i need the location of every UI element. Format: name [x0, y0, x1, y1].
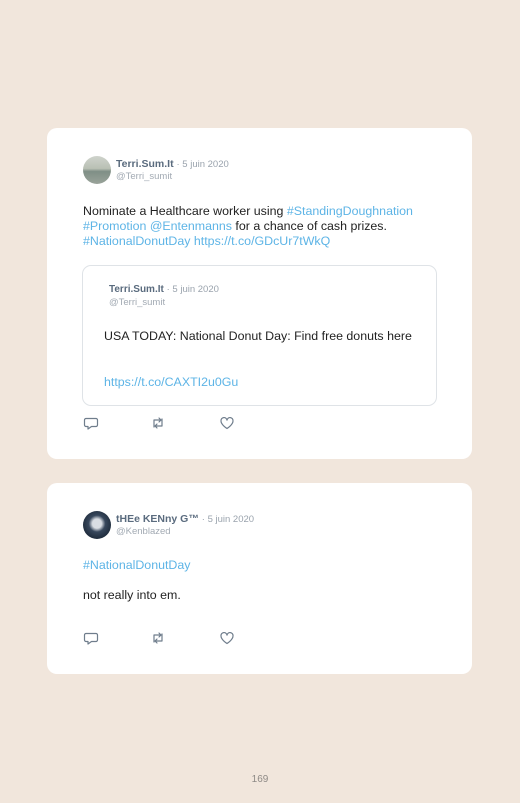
retweet-icon[interactable]: [150, 415, 166, 431]
quoted-tweet-text: USA TODAY: National Donut Day: Find free…: [104, 329, 412, 343]
tweet-card: Terri.Sum.It · 5 juin 2020 @Terri_sumit …: [47, 128, 472, 459]
like-icon[interactable]: [219, 630, 235, 646]
quoted-author-handle[interactable]: @Terri_sumit: [109, 297, 165, 308]
tweet-link[interactable]: #NationalDonutDay: [83, 234, 190, 248]
tweet-link[interactable]: #StandingDoughnation: [287, 204, 413, 218]
like-icon[interactable]: [219, 415, 235, 431]
avatar[interactable]: [83, 511, 111, 539]
tweet-header: tHEe KENny G™ · 5 juin 2020: [116, 513, 254, 525]
tweet-card: tHEe KENny G™ · 5 juin 2020 @Kenblazed #…: [47, 483, 472, 674]
quoted-tweet-link[interactable]: https://t.co/CAXTI2u0Gu: [104, 375, 238, 389]
author-handle[interactable]: @Terri_sumit: [116, 171, 172, 182]
tweet-date: · 5 juin 2020: [201, 514, 255, 525]
tweet-link[interactable]: @Entenmanns: [150, 219, 232, 233]
hashtag-link[interactable]: #NationalDonutDay: [83, 558, 190, 572]
tweet-text-segment: Nominate a Healthcare worker using: [83, 204, 287, 218]
reply-icon[interactable]: [83, 415, 99, 431]
quoted-author-name[interactable]: Terri.Sum.It: [109, 284, 164, 295]
author-handle[interactable]: @Kenblazed: [116, 526, 171, 537]
author-name[interactable]: Terri.Sum.It: [116, 158, 174, 170]
tweet-text: Nominate a Healthcare worker using #Stan…: [83, 204, 443, 249]
tweet-link[interactable]: https://t.co/GDcUr7tWkQ: [194, 234, 330, 248]
avatar[interactable]: [83, 156, 111, 184]
author-name[interactable]: tHEe KENny G™: [116, 513, 199, 525]
quoted-tweet[interactable]: Terri.Sum.It · 5 juin 2020 @Terri_sumit …: [82, 265, 437, 406]
tweet-date: · 5 juin 2020: [176, 159, 229, 170]
retweet-icon[interactable]: [150, 630, 166, 646]
tweet-text-segment: for a chance of cash prizes.: [231, 219, 387, 233]
reply-icon[interactable]: [83, 630, 99, 646]
quoted-tweet-date: · 5 juin 2020: [166, 284, 219, 295]
tweet-header: Terri.Sum.It · 5 juin 2020: [116, 158, 229, 170]
tweet-text: not really into em.: [83, 588, 181, 602]
tweet-link[interactable]: #Promotion: [83, 219, 146, 233]
quoted-tweet-header: Terri.Sum.It · 5 juin 2020: [109, 284, 219, 295]
page-number: 169: [251, 774, 269, 785]
